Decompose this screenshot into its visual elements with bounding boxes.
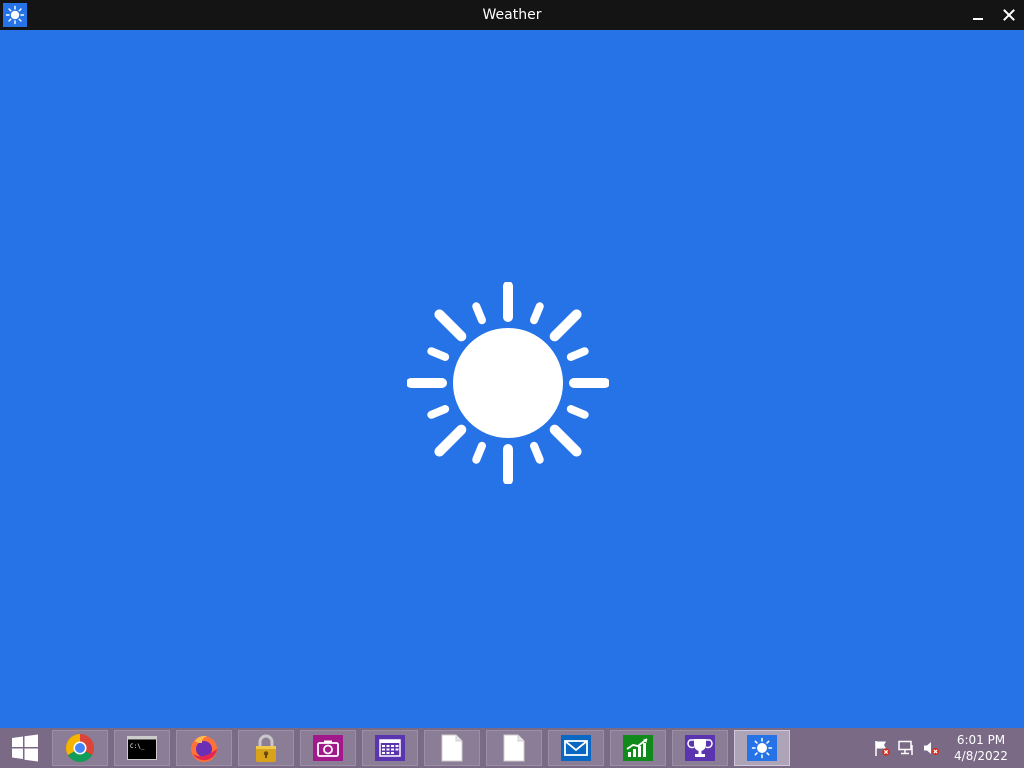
taskbar-app-trophy[interactable]	[672, 730, 728, 766]
padlock-icon	[256, 734, 276, 762]
sun-ray	[530, 441, 544, 464]
taskbar-app-chrome[interactable]	[52, 730, 108, 766]
chrome-icon	[66, 734, 94, 762]
sun-ray	[472, 302, 486, 325]
sun-ray	[549, 424, 582, 457]
taskbar: C:\_ 6:01 PM 4/8/2022	[0, 728, 1024, 768]
taskbar-app-document-1[interactable]	[424, 730, 480, 766]
trophy-icon	[685, 735, 715, 761]
close-icon	[1003, 9, 1015, 21]
document-icon	[441, 734, 463, 762]
taskbar-app-camera[interactable]	[300, 730, 356, 766]
firefox-icon	[191, 735, 217, 762]
mail-icon	[561, 735, 591, 761]
clock-date: 4/8/2022	[954, 749, 1008, 763]
system-clock[interactable]: 6:01 PM 4/8/2022	[948, 732, 1014, 766]
volume-button[interactable]	[920, 728, 942, 768]
taskbar-app-security[interactable]	[238, 730, 294, 766]
sun-ray	[566, 347, 589, 361]
taskbar-app-document-2[interactable]	[486, 730, 542, 766]
sun-ray	[427, 347, 450, 361]
taskbar-app-finance[interactable]	[610, 730, 666, 766]
chart-icon	[623, 735, 653, 761]
sun-ray	[530, 302, 544, 325]
minimize-button[interactable]	[963, 0, 993, 30]
window-title: Weather	[482, 7, 542, 23]
start-button[interactable]	[0, 728, 50, 768]
sun-ray	[434, 309, 467, 342]
network-icon	[898, 740, 913, 755]
calendar-icon	[375, 735, 405, 761]
camera-icon	[313, 735, 343, 761]
sun-ray	[566, 405, 589, 419]
taskbar-app-calendar[interactable]	[362, 730, 418, 766]
svg-text:C:\_: C:\_	[130, 743, 145, 750]
sun-icon	[747, 735, 777, 761]
clock-time: 6:01 PM	[956, 733, 1006, 747]
sun-ray	[472, 441, 486, 464]
close-button[interactable]	[994, 0, 1024, 30]
command-prompt-icon: C:\_	[127, 736, 157, 760]
volume-muted-icon	[924, 742, 940, 756]
sun-ray	[549, 309, 582, 342]
windows-logo-icon	[12, 734, 38, 762]
network-button[interactable]	[896, 728, 916, 768]
taskbar-app-firefox[interactable]	[176, 730, 232, 766]
sun-icon	[407, 282, 609, 484]
minimize-icon	[973, 18, 983, 20]
taskbar-app-mail[interactable]	[548, 730, 604, 766]
taskbar-app-weather[interactable]	[734, 730, 790, 766]
sun-ray	[427, 405, 450, 419]
taskbar-app-command-prompt[interactable]: C:\_	[114, 730, 170, 766]
action-center-button[interactable]	[872, 728, 892, 768]
title-bar: Weather	[0, 0, 1024, 30]
sun-ray	[434, 424, 467, 457]
document-icon	[503, 734, 525, 762]
action-center-flag-icon	[875, 741, 890, 756]
weather-splash-screen	[0, 30, 1024, 728]
